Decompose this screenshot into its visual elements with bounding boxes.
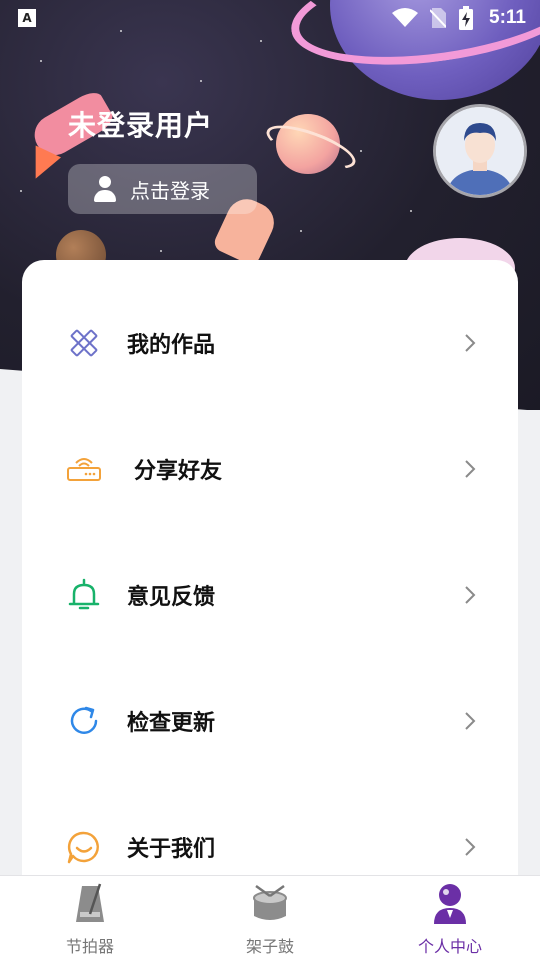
status-time: 5:11 bbox=[489, 7, 526, 28]
chevron-right-icon bbox=[465, 838, 476, 856]
chevron-right-icon bbox=[465, 712, 476, 730]
bell-icon bbox=[68, 578, 100, 610]
chevron-right-icon bbox=[465, 460, 476, 478]
app-notification-icon: A bbox=[18, 9, 36, 27]
menu-item-my-works[interactable]: 我的作品 bbox=[22, 280, 518, 406]
tab-drum-kit[interactable]: 架子鼓 bbox=[180, 876, 360, 961]
metronome-icon bbox=[76, 883, 104, 922]
menu-item-label: 关于我们 bbox=[127, 837, 216, 862]
menu-card: 我的作品 分享好友 意见反馈 检查更新 关于我们 bbox=[22, 260, 518, 900]
user-icon bbox=[94, 176, 116, 202]
menu-item-label: 检查更新 bbox=[127, 711, 216, 736]
status-bar: A 5:11 bbox=[0, 0, 540, 36]
refresh-icon bbox=[70, 706, 98, 734]
login-button-label: 点击登录 bbox=[130, 178, 210, 203]
battery-charging-icon bbox=[459, 6, 473, 30]
wifi-icon bbox=[392, 8, 418, 27]
tab-label: 架子鼓 bbox=[245, 937, 294, 956]
chevron-right-icon bbox=[465, 586, 476, 604]
default-avatar-icon bbox=[436, 107, 524, 195]
menu-item-label: 我的作品 bbox=[127, 333, 216, 358]
tab-label: 节拍器 bbox=[65, 937, 114, 956]
menu-item-share-friends[interactable]: 分享好友 bbox=[22, 406, 518, 532]
tab-label: 个人中心 bbox=[417, 937, 482, 956]
person-center-icon bbox=[434, 884, 466, 924]
username-label: 未登录用户 bbox=[68, 109, 214, 142]
chevron-right-icon bbox=[465, 334, 476, 352]
avatar[interactable] bbox=[436, 107, 524, 195]
login-button[interactable]: 点击登录 bbox=[68, 164, 257, 214]
no-sim-icon bbox=[430, 8, 446, 28]
menu-item-check-update[interactable]: 检查更新 bbox=[22, 658, 518, 784]
menu-item-feedback[interactable]: 意见反馈 bbox=[22, 532, 518, 658]
tab-personal-center[interactable]: 个人中心 bbox=[360, 876, 540, 961]
bottom-tab-bar: 节拍器 架子鼓 个人中心 bbox=[0, 875, 540, 961]
tab-metronome[interactable]: 节拍器 bbox=[0, 876, 180, 961]
menu-item-label: 分享好友 bbox=[134, 459, 223, 484]
router-icon bbox=[67, 458, 101, 481]
drum-icon bbox=[253, 884, 287, 920]
pencil-ruler-icon bbox=[70, 329, 98, 357]
menu-item-label: 意见反馈 bbox=[127, 585, 216, 610]
chat-bubble-icon bbox=[67, 831, 99, 864]
